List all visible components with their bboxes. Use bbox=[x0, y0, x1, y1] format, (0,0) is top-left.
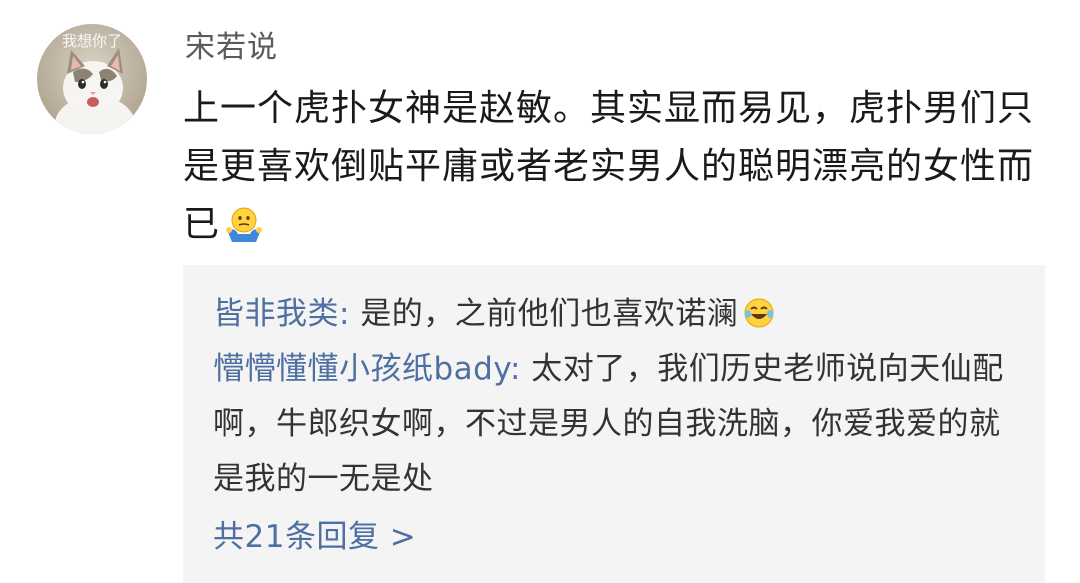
author-name[interactable]: 宋若说 bbox=[185, 28, 278, 68]
shrug-emoji-icon bbox=[224, 204, 264, 262]
reply-author-name[interactable]: 懵懵懂懂小孩纸bady bbox=[213, 351, 510, 387]
view-all-replies-link[interactable]: 共21条回复 > bbox=[213, 510, 416, 565]
comment-card: 我想你了 宋若说 上一个虎扑女神是赵敏。其实显而易见，虎扑男们只是更喜欢倒贴平庸… bbox=[0, 0, 1080, 583]
comment-body: 上一个虎扑女神是赵敏。其实显而易见，虎扑男们只是更喜欢倒贴平庸或者老实男人的聪明… bbox=[183, 80, 1053, 262]
comment-text: 上一个虎扑女神是赵敏。其实显而易见，虎扑男们只是更喜欢倒贴平庸或者老实男人的聪明… bbox=[183, 88, 1035, 245]
reply-item[interactable]: 懵懵懂懂小孩纸bady: 太对了，我们历史老师说向天仙配啊，牛郎织女啊，不过是男… bbox=[213, 342, 1023, 507]
reply-separator: : bbox=[339, 296, 361, 332]
reply-item[interactable]: 皆非我类: 是的，之前他们也喜欢诺澜 bbox=[213, 287, 1023, 348]
laugh-cry-emoji-icon bbox=[742, 293, 776, 348]
reply-author-name[interactable]: 皆非我类 bbox=[213, 296, 339, 332]
reply-text: 是的，之前他们也喜欢诺澜 bbox=[360, 296, 739, 332]
svg-text:我想你了: 我想你了 bbox=[62, 32, 122, 50]
reply-separator: : bbox=[509, 351, 532, 387]
cat-avatar-image: 我想你了 bbox=[37, 24, 147, 134]
reply-list: 皆非我类: 是的，之前他们也喜欢诺澜 懵懵懂懂小孩纸bady: 太对了，我们历史… bbox=[183, 265, 1045, 583]
avatar[interactable]: 我想你了 bbox=[37, 24, 147, 134]
